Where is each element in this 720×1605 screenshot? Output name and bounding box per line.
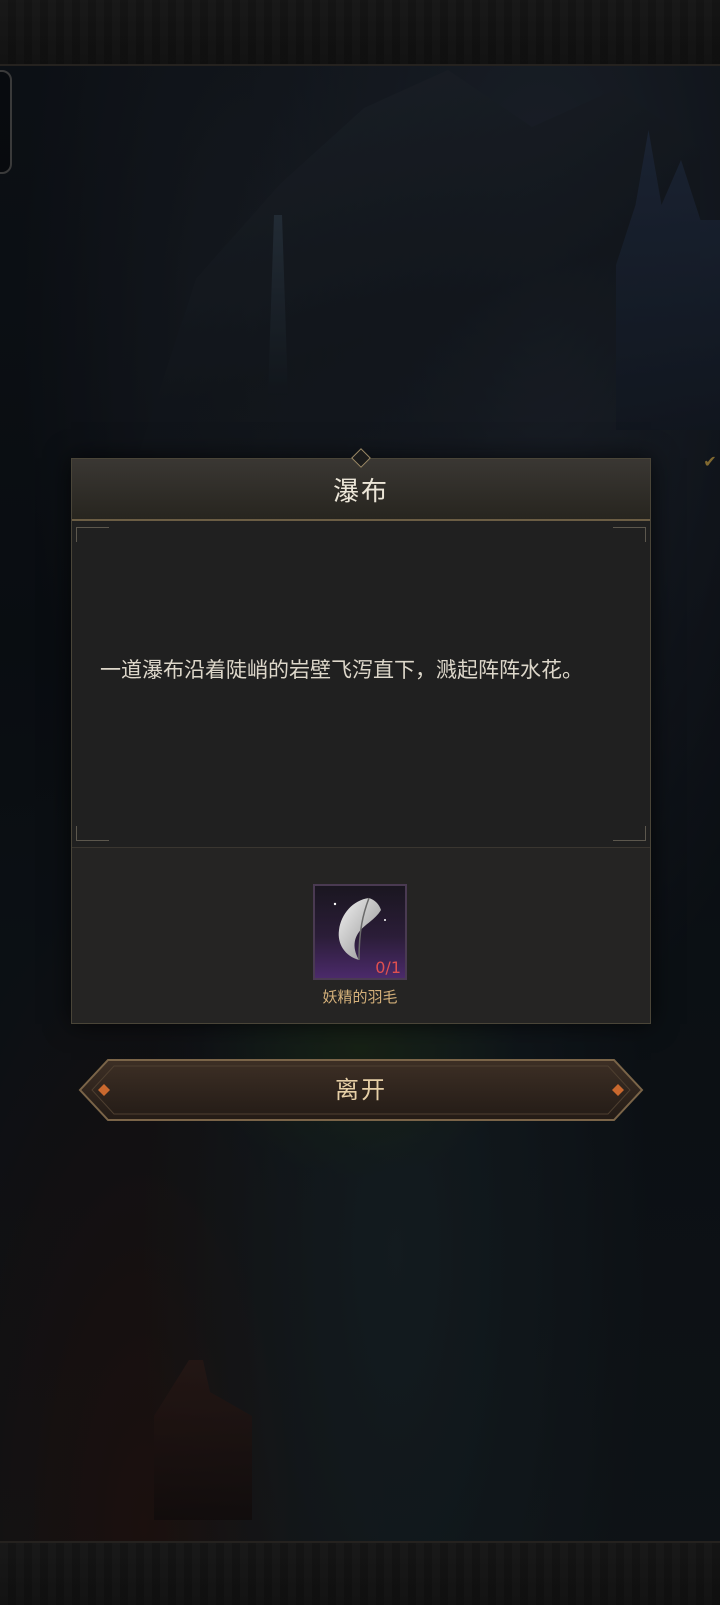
corner-ornament — [76, 826, 109, 841]
event-dialog: 瀑布 一道瀑布沿着陡峭的岩壁飞泻直下，溅起阵阵水花。 0/1 妖精的羽毛 — [71, 448, 651, 1024]
corner-ornament — [613, 826, 646, 841]
reward-item-slot[interactable]: 0/1 — [313, 884, 407, 980]
corner-ornament — [613, 527, 646, 542]
dialog-title: 瀑布 — [332, 476, 389, 507]
description-text: 一道瀑布沿着陡峭的岩壁飞泻直下，溅起阵阵水花。 — [100, 658, 583, 682]
dialog-header: 瀑布 — [72, 448, 650, 521]
reward-panel: 0/1 妖精的羽毛 — [72, 848, 650, 1023]
item-count: 0/1 — [375, 958, 401, 977]
feather-icon — [333, 897, 386, 961]
corner-ornament — [76, 527, 109, 542]
leave-button-label: 离开 — [335, 1076, 387, 1104]
description-panel: 一道瀑布沿着陡峭的岩壁飞泻直下，溅起阵阵水花。 — [72, 521, 650, 848]
reward-item-name: 妖精的羽毛 — [322, 988, 398, 1006]
leave-button[interactable]: 离开 — [78, 1058, 644, 1122]
